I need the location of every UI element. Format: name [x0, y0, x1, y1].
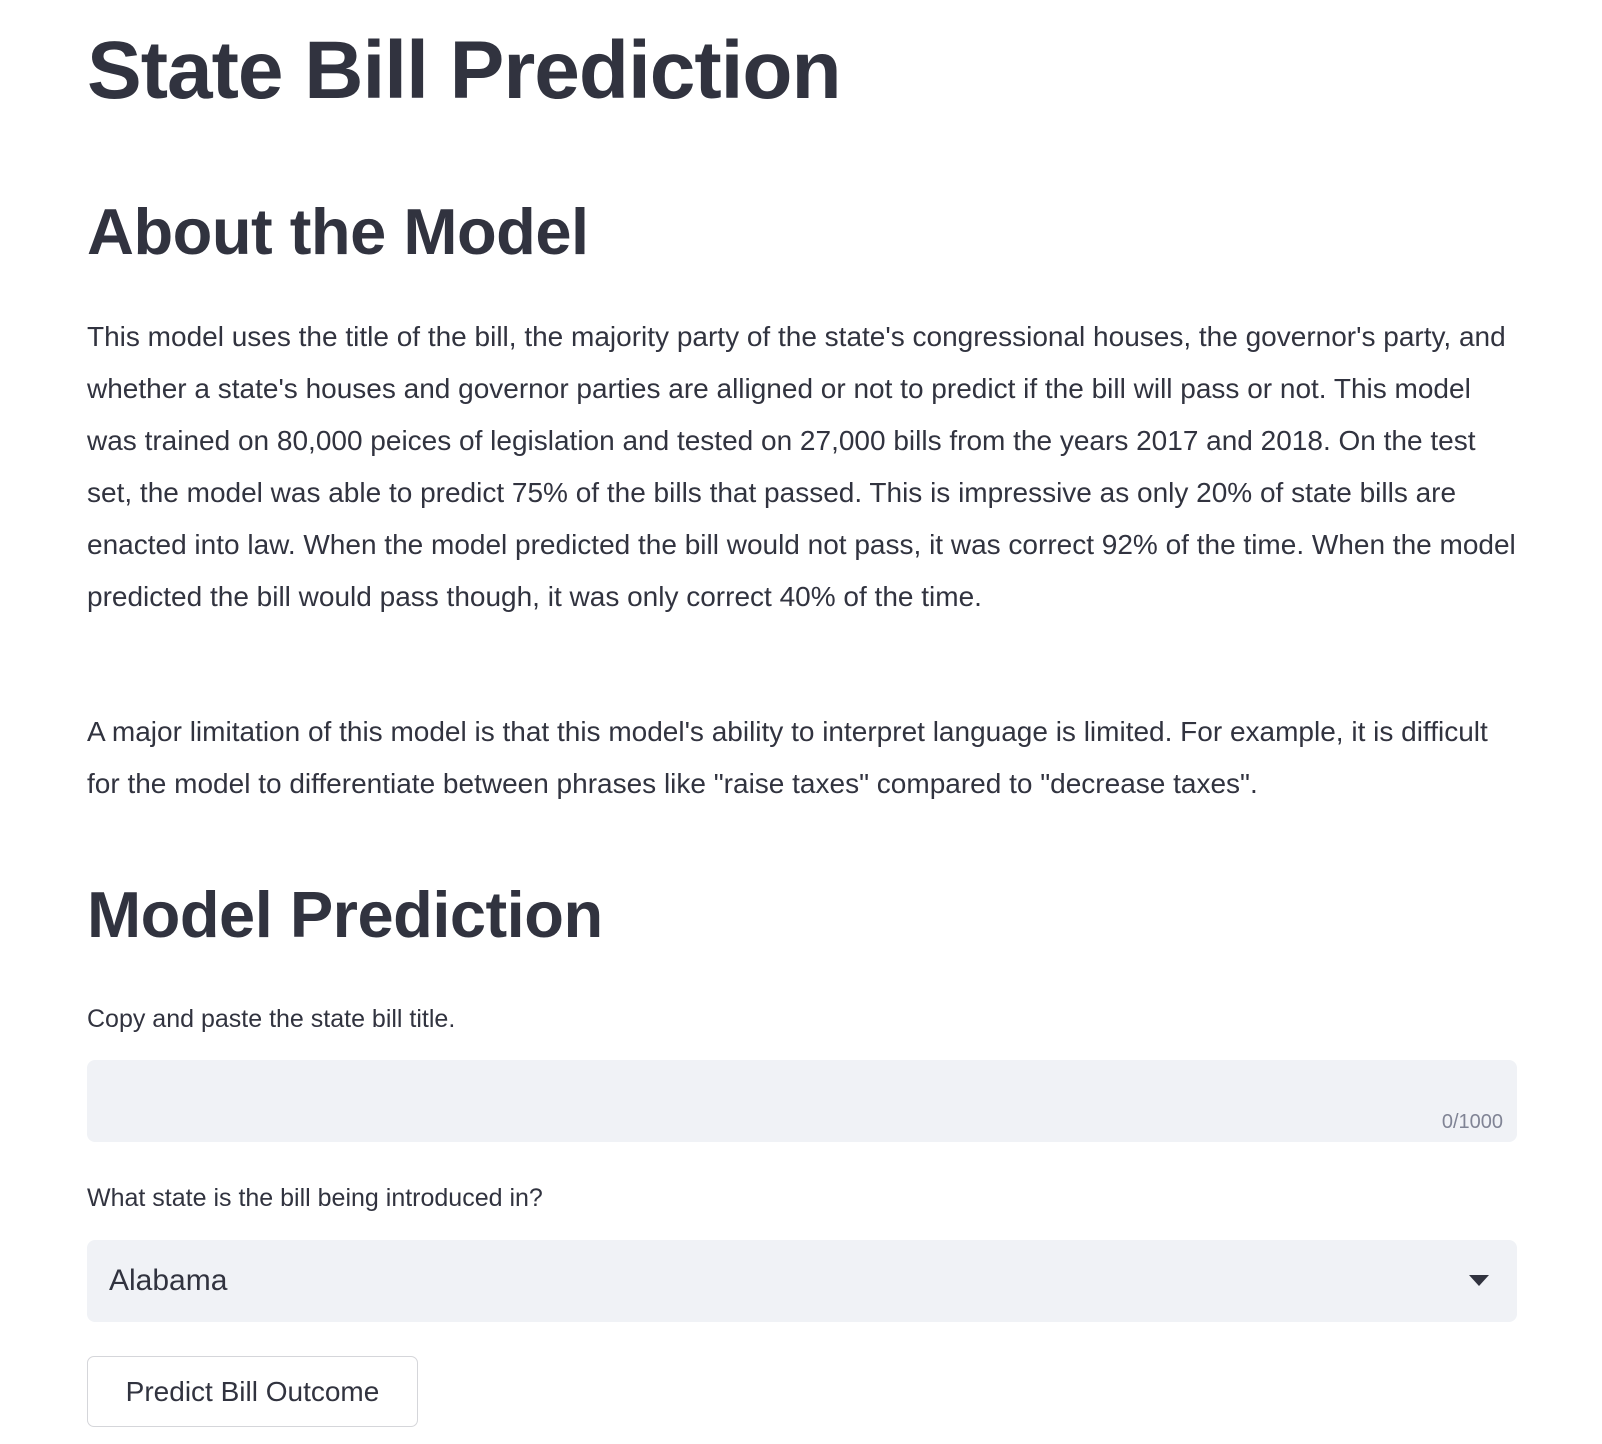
- state-select-label: What state is the bill being introduced …: [87, 1184, 543, 1212]
- bill-title-field-container: 0/1000: [87, 1060, 1517, 1142]
- about-heading: About the Model: [87, 195, 589, 268]
- predict-bill-outcome-button[interactable]: Predict Bill Outcome: [87, 1356, 418, 1427]
- prediction-heading: Model Prediction: [87, 878, 603, 951]
- character-counter: 0/1000: [1441, 1111, 1503, 1133]
- bill-title-textarea[interactable]: [87, 1060, 1517, 1142]
- about-paragraph-model-description: This model uses the title of the bill, t…: [87, 321, 1516, 612]
- page-title: State Bill Prediction: [87, 25, 842, 116]
- chevron-down-icon: [1469, 1275, 1489, 1286]
- state-select[interactable]: Alabama: [87, 1240, 1517, 1322]
- bill-title-label: Copy and paste the state bill title.: [87, 1005, 456, 1033]
- about-paragraph-limitation: A major limitation of this model is that…: [87, 716, 1488, 799]
- state-select-value: Alabama: [109, 1264, 228, 1297]
